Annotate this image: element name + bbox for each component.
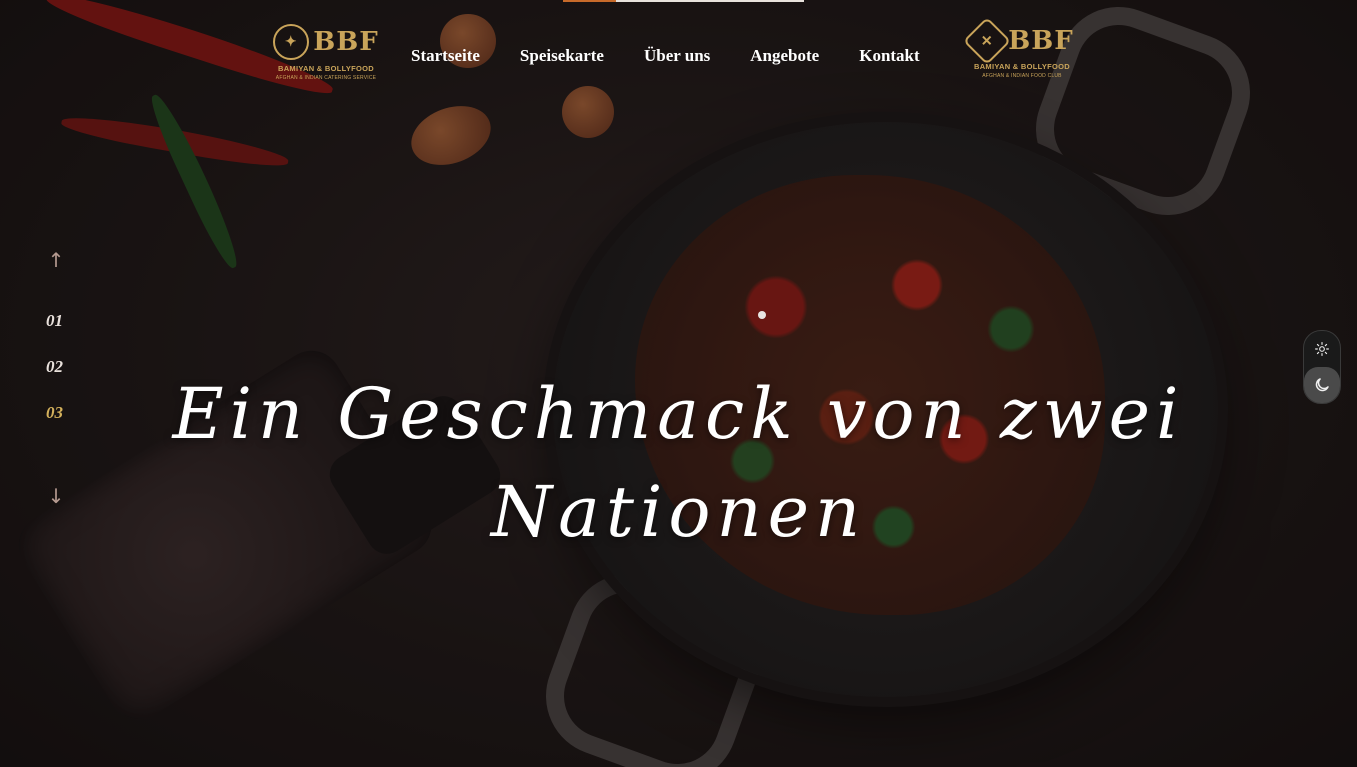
site-header: ✦ BBF BAMIYAN & BOLLYFOOD AFGHAN & INDIA… xyxy=(0,0,1357,110)
nav-item-ueber-uns[interactable]: Über uns xyxy=(644,46,710,66)
pan-handle-decoration xyxy=(529,557,777,767)
nav-item-angebote[interactable]: Angebote xyxy=(750,46,819,66)
logo-name: BAMIYAN & BOLLYFOOD xyxy=(974,62,1070,71)
hero-headline: Ein Geschmack von zwei Nationen xyxy=(172,372,1185,553)
theme-switch xyxy=(1303,330,1341,404)
logo-name: BAMIYAN & BOLLYFOOD xyxy=(278,64,374,73)
logo-mark: ✦ BBF xyxy=(273,24,378,60)
green-chili-decoration xyxy=(144,90,246,272)
logo-catering[interactable]: ✦ BBF BAMIYAN & BOLLYFOOD AFGHAN & INDIA… xyxy=(273,24,378,81)
nav-item-speisekarte[interactable]: Speisekarte xyxy=(520,46,604,66)
logo-tagline: AFGHAN & INDIAN FOOD CLUB xyxy=(982,73,1062,79)
slide-indicator-01[interactable]: 01 xyxy=(46,310,63,332)
red-chili-decoration xyxy=(59,110,291,172)
logo-mark-text: BBF xyxy=(313,27,379,57)
sun-icon xyxy=(1315,342,1329,356)
nav-item-startseite[interactable]: Startseite xyxy=(411,46,480,66)
logo-mark-text: BBF xyxy=(1008,26,1074,56)
arrow-up-icon[interactable]: ↑ xyxy=(44,248,68,272)
logo-emblem-icon: ✦ xyxy=(273,24,310,60)
nav-item-kontakt[interactable]: Kontakt xyxy=(859,46,919,66)
dark-theme-button[interactable] xyxy=(1304,367,1340,403)
logo-tagline: AFGHAN & INDIAN CATERING SERVICE xyxy=(275,75,377,81)
cursor-dot xyxy=(758,311,766,319)
moon-icon xyxy=(1315,378,1329,392)
logo-mark: ✕ BBF xyxy=(963,16,1074,66)
logo-food-club[interactable]: ✕ BBF BAMIYAN & BOLLYFOOD AFGHAN & INDIA… xyxy=(963,16,1073,79)
light-theme-button[interactable] xyxy=(1304,331,1340,367)
main-nav: Startseite Speisekarte Über uns Angebote… xyxy=(411,46,960,66)
slide-navigation: ↑ 01 02 03 ↓ xyxy=(44,248,84,508)
fork-knife-icon: ✕ xyxy=(963,16,1012,66)
